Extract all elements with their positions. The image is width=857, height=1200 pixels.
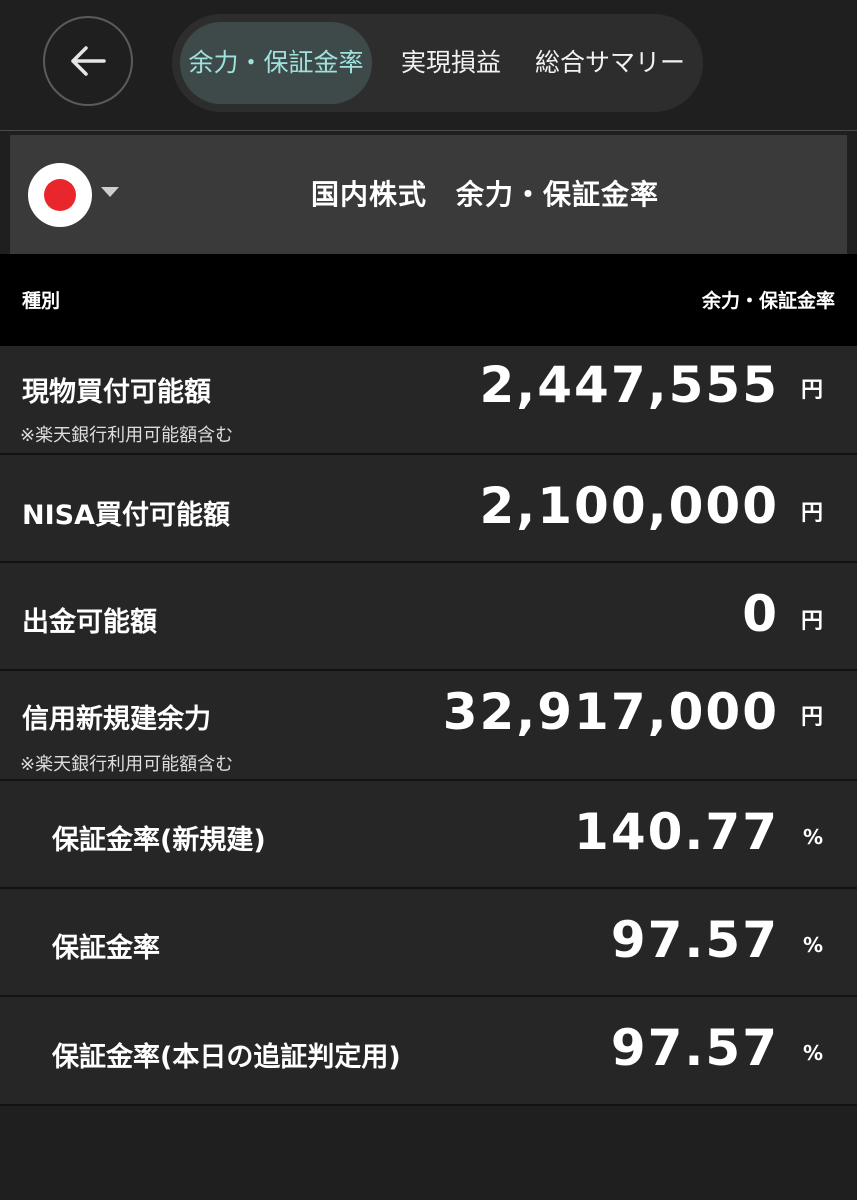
japan-flag-icon[interactable] [28,163,92,227]
column-header-value: 余力・保証金率 [701,290,835,312]
column-header: 種別 余力・保証金率 [0,254,857,346]
row-unit: 円 [800,609,823,634]
tab-margin-rate[interactable]: 余力・保証金率 [180,22,372,104]
row-unit: % [802,825,823,849]
row-value: 32,917,000 [442,683,779,741]
row-unit: 円 [800,705,823,730]
table-row: 保証金率 97.57 % [0,889,857,997]
row-note: ※楽天銀行利用可能額含む [20,754,234,775]
tab-summary[interactable]: 総合サマリー [530,22,690,104]
row-note: ※楽天銀行利用可能額含む [20,425,234,446]
row-value: 2,100,000 [479,477,779,535]
table-row: 保証金率(本日の追証判定用) 97.57 % [0,997,857,1106]
row-unit: 円 [800,378,823,403]
chevron-down-icon[interactable] [101,187,119,197]
table-row: NISA買付可能額 2,100,000 円 [0,455,857,563]
column-header-type: 種別 [22,290,61,312]
row-label: 出金可能額 [22,607,157,638]
row-unit: % [802,933,823,957]
row-value: 97.57 [610,1019,779,1077]
page-title: 国内株式 余力・保証金率 [310,178,659,211]
top-navigation: 余力・保証金率 実現損益 総合サマリー [0,0,857,131]
row-value: 2,447,555 [479,356,779,414]
row-label: 保証金率(本日の追証判定用) [52,1042,401,1073]
back-button[interactable] [43,16,133,106]
tab-realized-pnl[interactable]: 実現損益 [390,22,512,104]
empty-area [0,1106,857,1200]
arrow-left-icon [71,46,106,76]
market-header: 国内株式 余力・保証金率 [10,135,847,254]
row-unit: % [802,1041,823,1065]
row-label: NISA買付可能額 [22,500,230,531]
table-row: 信用新規建余力 ※楽天銀行利用可能額含む 32,917,000 円 [0,671,857,781]
row-unit: 円 [800,501,823,526]
row-value: 97.57 [610,911,779,969]
row-label: 保証金率 [52,933,160,964]
row-label: 保証金率(新規建) [52,825,266,856]
table-row: 保証金率(新規建) 140.77 % [0,781,857,889]
row-label: 現物買付可能額 [22,377,211,408]
table-row: 現物買付可能額 ※楽天銀行利用可能額含む 2,447,555 円 [0,346,857,455]
tab-group: 余力・保証金率 実現損益 総合サマリー [172,14,703,112]
row-label: 信用新規建余力 [22,704,211,735]
row-value: 140.77 [574,803,779,861]
table-row: 出金可能額 0 円 [0,563,857,671]
row-value: 0 [742,585,779,643]
